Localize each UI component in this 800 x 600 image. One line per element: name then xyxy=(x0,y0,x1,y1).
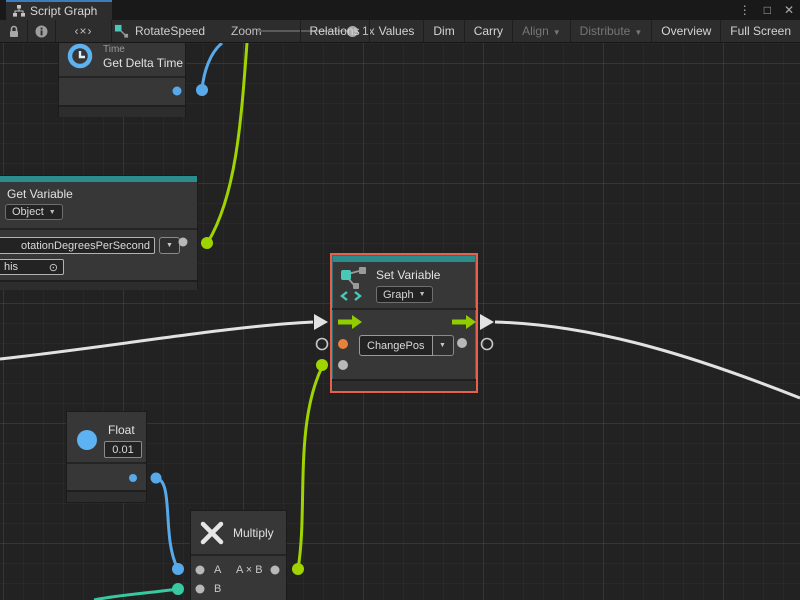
flow-arrowhead xyxy=(480,314,494,330)
divider xyxy=(332,308,476,310)
menu-icon[interactable]: ⋮ xyxy=(739,3,751,17)
node-float[interactable]: Float 0.01 xyxy=(66,411,147,503)
toolbar-left-group: ‹×› xyxy=(0,20,112,42)
graph-canvas[interactable]: Time Get Delta Time Get Variable Object … xyxy=(0,43,800,600)
chevron-down-icon: ▼ xyxy=(419,291,426,298)
wire-endpoint-dot xyxy=(196,84,208,96)
node-footer xyxy=(67,492,146,502)
blue-wire-top[interactable] xyxy=(202,43,222,89)
node-get-delta-time[interactable]: Time Get Delta Time xyxy=(58,43,186,117)
window-controls: ⋮ □ ✕ xyxy=(739,0,794,20)
toolbar-button-group: Relations Values Dim Carry Align ▼ Distr… xyxy=(300,20,800,42)
float-value-field[interactable]: 0.01 xyxy=(104,441,142,458)
chevron-down-icon: ▼ xyxy=(634,28,642,37)
hollow-port-marker xyxy=(317,339,328,350)
flow-wire-right[interactable] xyxy=(495,322,800,398)
node-sections xyxy=(0,280,197,290)
wire-endpoint-dot xyxy=(316,359,328,371)
variable-name-combo[interactable]: ChangePos ▼ xyxy=(359,335,454,356)
tab-title: Script Graph xyxy=(30,4,97,18)
divider xyxy=(0,228,197,230)
wire-endpoint-dot xyxy=(201,237,213,249)
variable-name-field[interactable]: otationDegreesPerSecond xyxy=(0,237,155,254)
node-get-variable[interactable]: Get Variable Object ▼ otationDegreesPerS… xyxy=(0,175,198,289)
chevron-down-icon: ▼ xyxy=(49,209,56,216)
variable-name-dropdown[interactable]: ▼ xyxy=(433,335,454,356)
info-icon xyxy=(35,25,48,38)
green-wire-multiply-to-setvar[interactable] xyxy=(298,367,322,569)
clock-icon xyxy=(67,43,93,69)
port-a-label: A xyxy=(214,564,221,576)
toolbar: ‹×› RotateSpeed Zoom 1x Relations Values… xyxy=(0,20,800,43)
distribute-button[interactable]: Distribute ▼ xyxy=(570,20,652,42)
node-sections xyxy=(59,76,185,117)
chevron-down-icon: ▼ xyxy=(553,28,561,37)
target-object-field[interactable]: his ⊙ xyxy=(0,259,64,275)
align-button[interactable]: Align ▼ xyxy=(512,20,570,42)
graph-breadcrumb[interactable]: RotateSpeed xyxy=(114,20,205,42)
node-footer xyxy=(0,282,197,290)
hollow-port-marker xyxy=(482,339,493,350)
float-icon xyxy=(76,429,98,451)
code-view-toggle-button[interactable]: ‹×› xyxy=(56,20,112,42)
object-picker-icon[interactable]: ⊙ xyxy=(49,261,58,274)
node-set-variable-selected[interactable]: Set Variable Graph ▼ ChangePos ▼ xyxy=(330,253,478,393)
dim-button[interactable]: Dim xyxy=(423,20,463,42)
graph-icon xyxy=(13,5,25,17)
lock-icon xyxy=(8,25,20,38)
port-section xyxy=(67,464,146,490)
green-wire-top[interactable] xyxy=(208,43,247,242)
wire-endpoint-dot xyxy=(172,563,184,575)
code-toggle-icon: ‹×› xyxy=(75,24,93,38)
variable-scope-dropdown[interactable]: Graph ▼ xyxy=(376,286,433,303)
flow-wire-left[interactable] xyxy=(0,322,313,359)
chevron-down-icon: ▼ xyxy=(439,342,446,349)
teal-wire-bottom[interactable] xyxy=(94,589,178,600)
wire-endpoint-dot xyxy=(292,563,304,575)
maximize-icon[interactable]: □ xyxy=(764,3,771,17)
script-graph-window: Script Graph ⋮ □ ✕ xyxy=(0,0,800,600)
port-section xyxy=(59,78,185,105)
node-subtitle: Time xyxy=(103,44,125,55)
variable-accent-bar xyxy=(333,256,475,262)
script-graph-asset-icon xyxy=(114,24,129,39)
variable-name-dropdown[interactable]: ▼ xyxy=(159,237,180,254)
full-screen-button[interactable]: Full Screen xyxy=(720,20,800,42)
close-icon[interactable]: ✕ xyxy=(784,3,794,17)
carry-button[interactable]: Carry xyxy=(464,20,512,42)
tab-bar: Script Graph ⋮ □ ✕ xyxy=(0,0,800,20)
values-button[interactable]: Values xyxy=(369,20,424,42)
graph-name: RotateSpeed xyxy=(135,24,205,38)
port-b-label: B xyxy=(214,583,221,595)
node-footer xyxy=(59,107,185,117)
chevron-down-icon: ▼ xyxy=(166,242,173,249)
overview-button[interactable]: Overview xyxy=(651,20,720,42)
multiply-icon xyxy=(199,520,225,546)
variable-accent-bar xyxy=(0,176,197,182)
relations-button[interactable]: Relations xyxy=(300,20,369,42)
node-title: Set Variable xyxy=(376,268,440,282)
set-variable-icon xyxy=(339,266,369,302)
node-title: Multiply xyxy=(233,526,274,540)
port-out-label: A × B xyxy=(236,564,263,576)
node-title: Get Delta Time xyxy=(103,56,183,70)
divider xyxy=(191,554,286,556)
node-multiply[interactable]: Multiply A A × B B xyxy=(190,510,287,600)
node-sections xyxy=(67,462,146,502)
info-button[interactable] xyxy=(28,20,56,42)
flow-arrowhead xyxy=(314,314,328,330)
lock-button[interactable] xyxy=(0,20,28,42)
node-footer xyxy=(332,381,476,391)
node-title: Float xyxy=(108,423,135,437)
wire-endpoint-dot xyxy=(172,583,184,595)
blue-wire-float-to-multiply[interactable] xyxy=(156,478,177,567)
variable-scope-dropdown[interactable]: Object ▼ xyxy=(5,204,63,220)
node-sections xyxy=(332,379,476,391)
wire-endpoint-dot xyxy=(151,473,162,484)
node-title: Get Variable xyxy=(7,187,73,201)
tab-script-graph[interactable]: Script Graph xyxy=(6,0,112,20)
